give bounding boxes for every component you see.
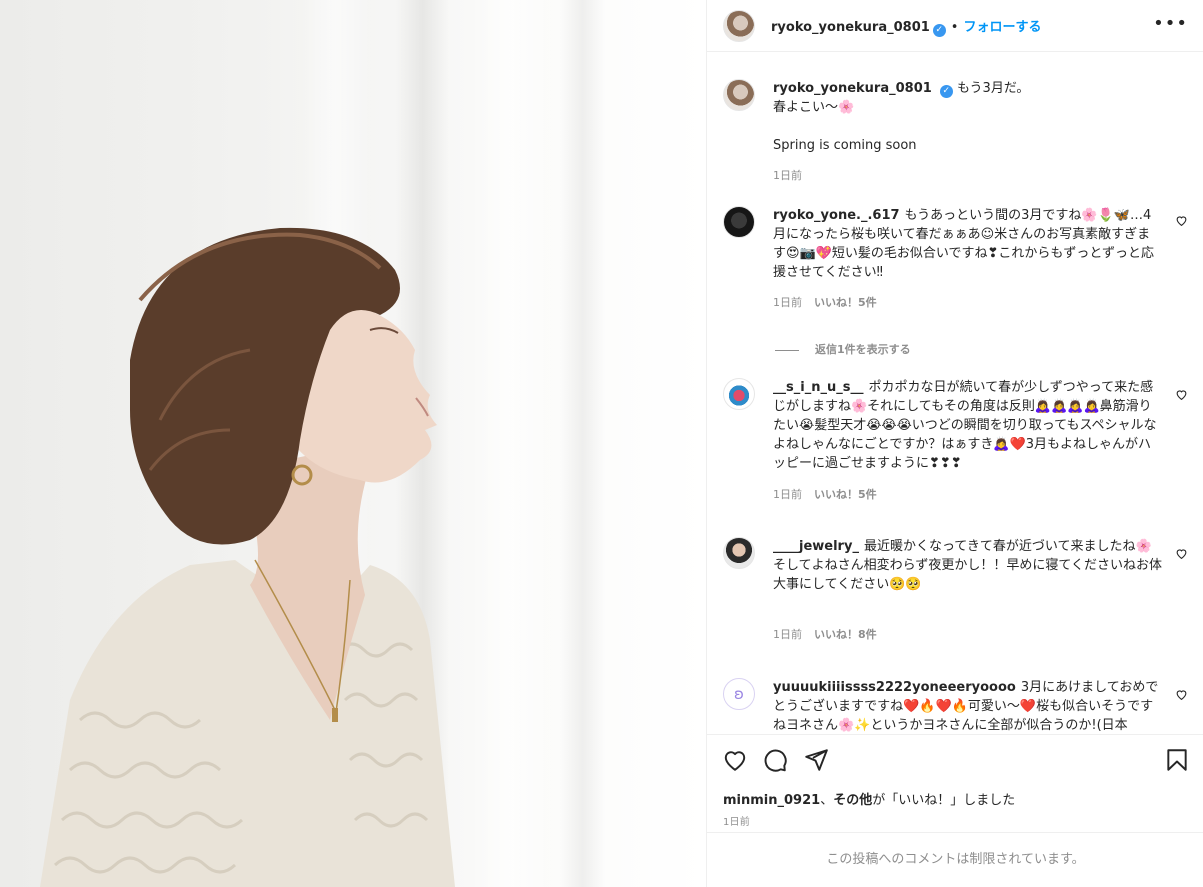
comment-username[interactable]: ryoko_yone._.617	[773, 208, 900, 223]
caption-line-2: 春よこい〜🌸	[773, 100, 855, 115]
comment-username[interactable]: __s_i_n_u_s__	[773, 380, 863, 395]
post-header: ryoko_yonekura_0801 ✓ • フォローする •••	[707, 0, 1203, 52]
avatar[interactable]	[723, 206, 755, 238]
avatar[interactable]	[723, 10, 755, 42]
liked-by-user[interactable]: minmin_0921	[723, 793, 820, 808]
comment-item: ʚ yuuuukiiiissss2222yoneeeryoooo 3月にあけまして…	[723, 678, 1188, 734]
post-actions: minmin_0921、その他が「いいね！」しました 1日前 この投稿へのコメン…	[707, 734, 1203, 886]
share-icon[interactable]	[803, 747, 829, 773]
liked-by-suffix: が「いいね！」しました	[872, 793, 1016, 808]
comment-time[interactable]: 1日前	[773, 628, 802, 641]
comment-time[interactable]: 1日前	[773, 296, 802, 309]
comment-username[interactable]: yuuuukiiiissss2222yoneeeryoooo	[773, 680, 1016, 695]
avatar[interactable]	[723, 79, 755, 111]
liked-by-sep: 、	[820, 793, 834, 808]
comment-icon[interactable]	[762, 747, 788, 773]
post-date[interactable]: 1日前	[723, 813, 750, 828]
comment-item: ____jewelry_ 最近暖かくなってきて春が近づいて来ましたね🌸そしてよねさ…	[723, 537, 1188, 642]
post-side-panel: ryoko_yonekura_0801 ✓ • フォローする ••• ryoko_yo…	[706, 0, 1203, 887]
avatar[interactable]	[723, 378, 755, 410]
view-replies-label: 返信1件を表示する	[815, 343, 911, 356]
comment-likes[interactable]: いいね！5件	[814, 296, 877, 309]
caption-time[interactable]: 1日前	[773, 167, 802, 183]
verified-badge-icon: ✓	[932, 24, 946, 37]
comments-restricted-notice: この投稿へのコメントは制限されています。	[707, 832, 1203, 887]
caption-username[interactable]: ryoko_yonekura_0801	[773, 81, 932, 96]
comment-time[interactable]: 1日前	[773, 488, 802, 501]
bookmark-icon[interactable]	[1164, 747, 1190, 773]
comment-like-icon[interactable]	[1175, 688, 1188, 701]
more-options-icon[interactable]: •••	[1153, 13, 1188, 34]
comment-item: ryoko_yone._.617 もうあっという間の3月ですね🌸🌷🦋…4月になった…	[723, 206, 1188, 311]
heart-icon[interactable]	[722, 747, 748, 773]
comment-like-icon[interactable]	[1175, 547, 1188, 560]
caption-line-1: もう3月だ。	[956, 81, 1030, 96]
bunny-avatar-icon[interactable]: ʚ	[723, 678, 755, 710]
verified-badge-icon: ✓	[939, 85, 953, 98]
liked-by-text: minmin_0921、その他が「いいね！」しました	[723, 789, 1015, 808]
view-replies-button[interactable]: 返信1件を表示する	[775, 341, 911, 357]
header-username[interactable]: ryoko_yonekura_0801	[771, 20, 930, 35]
avatar[interactable]	[723, 537, 755, 569]
comment-likes[interactable]: いいね！5件	[814, 488, 877, 501]
caption: ryoko_yonekura_0801 ✓ もう3月だ。 春よこい〜🌸 Sprin…	[723, 79, 1188, 189]
portrait-illustration	[40, 227, 455, 887]
caption-line-3: Spring is coming soon	[773, 138, 917, 153]
comments-list[interactable]: ryoko_yonekura_0801 ✓ もう3月だ。 春よこい〜🌸 Sprin…	[707, 52, 1203, 734]
liked-by-others[interactable]: その他	[833, 793, 872, 808]
post-photo[interactable]	[0, 0, 706, 887]
comment-username[interactable]: ____jewelry_	[773, 539, 859, 554]
separator-dot: •	[950, 20, 959, 35]
comment-meta: 1日前 いいね！5件	[773, 486, 877, 502]
comment-meta: 1日前 いいね！8件	[773, 626, 877, 642]
comment-item: __s_i_n_u_s__ ポカポカな日が続いて春が少しずつやって来た感じがします…	[723, 378, 1188, 503]
comment-meta: 1日前 いいね！5件	[773, 294, 877, 310]
comment-like-icon[interactable]	[1175, 388, 1188, 401]
comment-like-icon[interactable]	[1175, 214, 1188, 227]
follow-button[interactable]: フォローする	[963, 20, 1041, 35]
comment-likes[interactable]: いいね！8件	[814, 628, 877, 641]
